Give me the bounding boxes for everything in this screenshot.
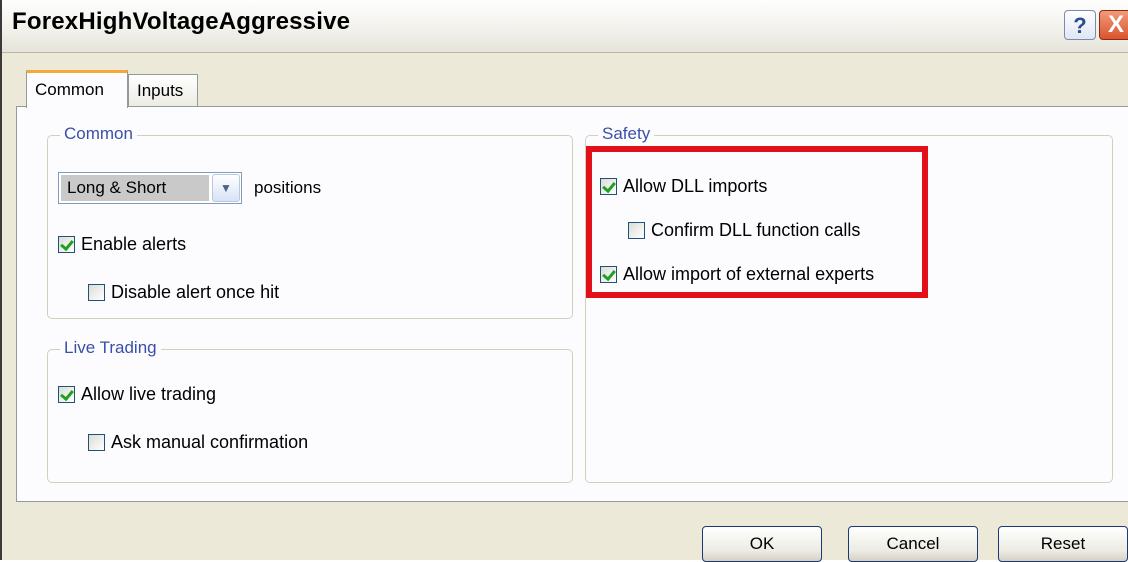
- safety-group-legend: Safety: [598, 124, 655, 144]
- enable-alerts-checkbox[interactable]: [58, 236, 75, 253]
- positions-select[interactable]: Long & Short ▼: [58, 172, 242, 204]
- disable-alert-checkbox-row[interactable]: Disable alert once hit: [88, 282, 279, 303]
- window-title: ForexHighVoltageAggressive: [12, 8, 351, 35]
- live-trading-group: Live Trading Allow live trading Ask manu…: [47, 338, 573, 483]
- ask-manual-confirmation-checkbox[interactable]: [88, 434, 105, 451]
- cancel-button[interactable]: Cancel: [848, 526, 978, 562]
- reset-button[interactable]: Reset: [998, 526, 1128, 562]
- common-group: Common Long & Short ▼ positions Enable a…: [47, 124, 573, 319]
- enable-alerts-checkbox-row[interactable]: Enable alerts: [58, 234, 186, 255]
- enable-alerts-label: Enable alerts: [81, 234, 187, 254]
- help-button[interactable]: ?: [1064, 10, 1096, 40]
- chevron-down-icon[interactable]: ▼: [212, 174, 240, 202]
- ask-manual-confirmation-row[interactable]: Ask manual confirmation: [88, 432, 308, 453]
- ok-button[interactable]: OK: [702, 526, 822, 562]
- dialog-window: ForexHighVoltageAggressive ? X Common In…: [0, 0, 1128, 562]
- allow-live-trading-label: Allow live trading: [81, 384, 217, 404]
- positions-select-value: Long & Short: [61, 175, 209, 201]
- live-trading-group-legend: Live Trading: [60, 338, 161, 358]
- ask-manual-confirmation-label: Ask manual confirmation: [111, 432, 309, 452]
- close-button[interactable]: X: [1099, 10, 1128, 40]
- tab-common[interactable]: Common: [26, 70, 128, 108]
- disable-alert-once-hit-checkbox[interactable]: [88, 284, 105, 301]
- positions-label: positions: [254, 178, 322, 197]
- title-bar[interactable]: ForexHighVoltageAggressive ? X: [2, 0, 1128, 53]
- tab-panel-common: Common Long & Short ▼ positions Enable a…: [16, 106, 1128, 502]
- red-highlight-box: [586, 146, 928, 298]
- allow-live-trading-row[interactable]: Allow live trading: [58, 384, 216, 405]
- allow-live-trading-checkbox[interactable]: [58, 386, 75, 403]
- tab-inputs[interactable]: Inputs: [128, 74, 198, 108]
- disable-alert-once-hit-label: Disable alert once hit: [111, 282, 280, 302]
- common-group-legend: Common: [60, 124, 137, 144]
